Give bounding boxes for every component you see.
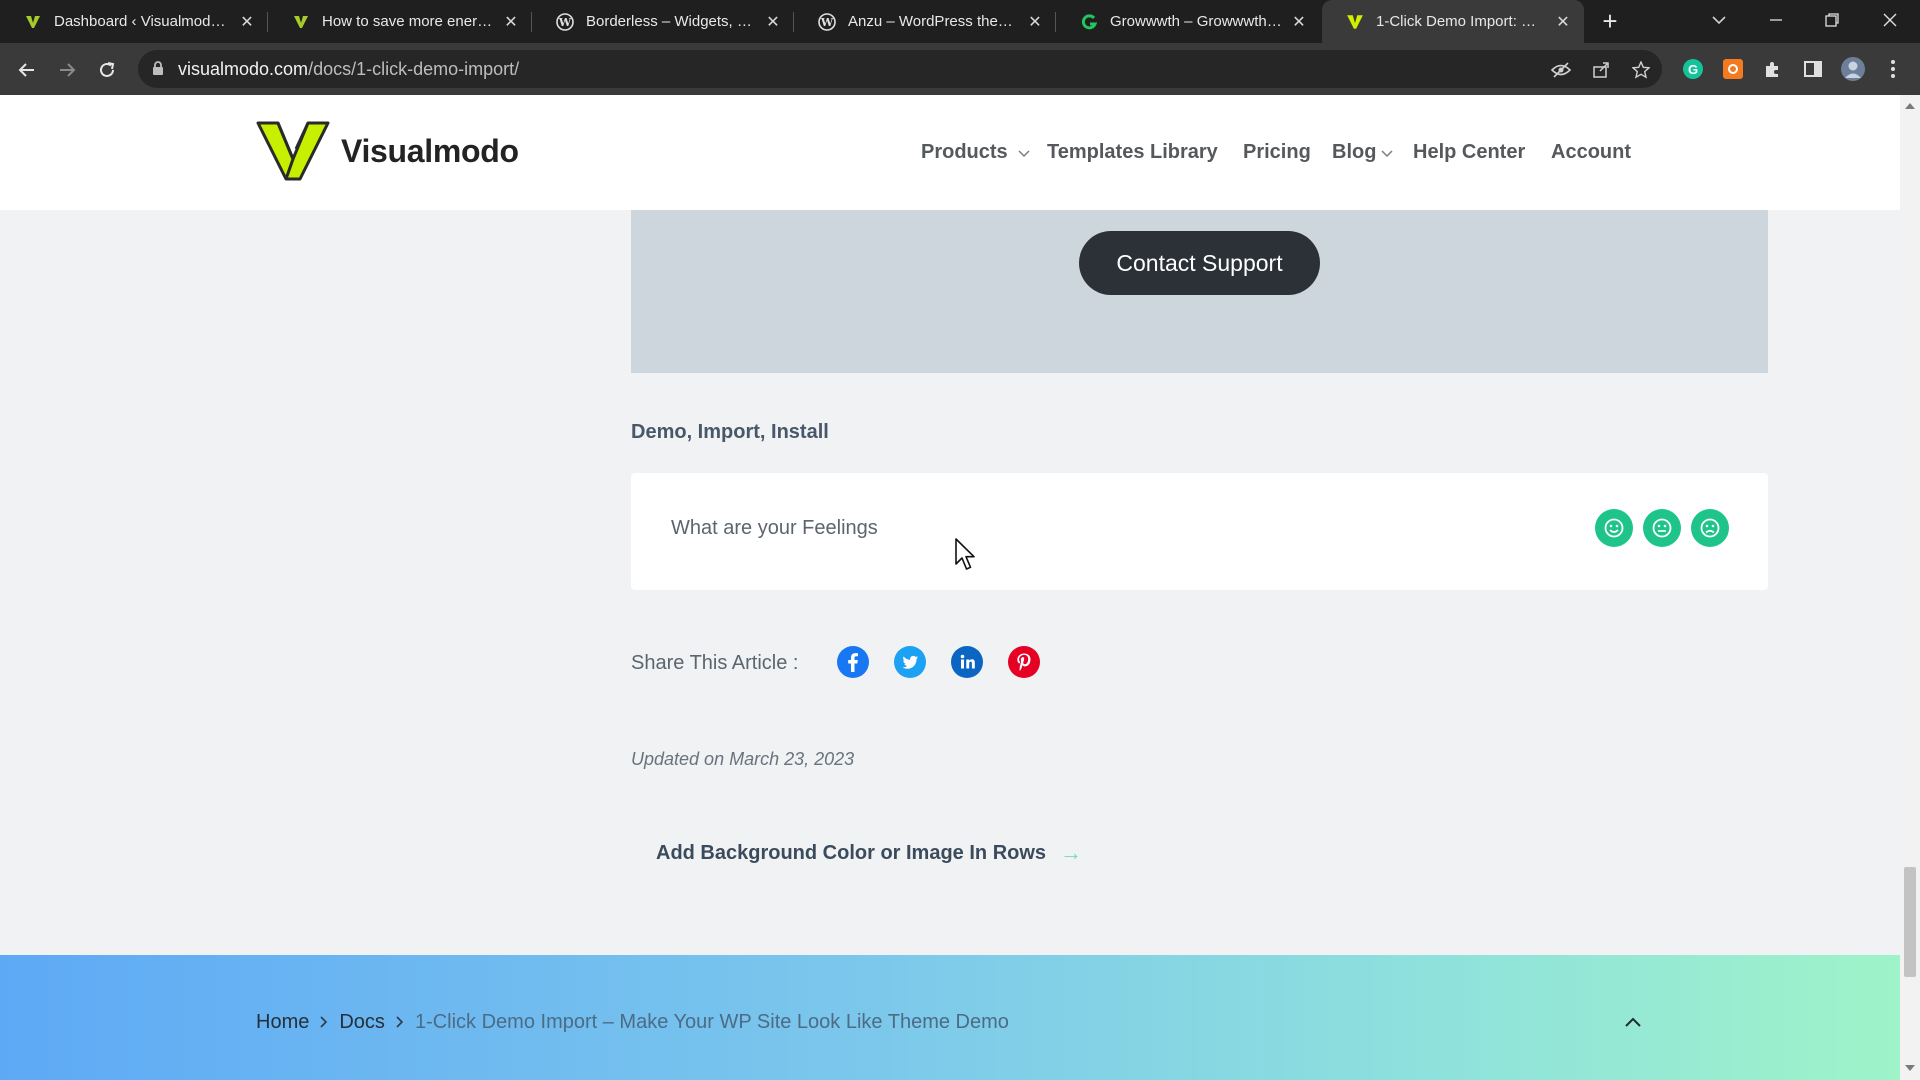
sad-face-icon[interactable]	[1691, 509, 1729, 547]
extension-orange-icon[interactable]	[1720, 56, 1746, 82]
support-section: Contact Support	[631, 210, 1768, 373]
contact-support-button[interactable]: Contact Support	[1079, 231, 1320, 295]
browser-tab[interactable]: How to save more energy – Visualmodo ✕	[268, 0, 532, 43]
close-tab-icon[interactable]: ✕	[1026, 12, 1044, 32]
visualmodo-v-icon	[24, 13, 42, 31]
wordpress-icon: W	[818, 12, 836, 31]
scroll-down-arrow-icon[interactable]	[1905, 1065, 1915, 1071]
scrollbar-thumb[interactable]	[1904, 867, 1916, 977]
breadcrumb-docs[interactable]: Docs	[339, 1011, 385, 1034]
browser-tab[interactable]: W Borderless – Widgets, Elementor ✕	[532, 0, 794, 43]
arrow-right-icon: →	[1060, 840, 1083, 865]
page-scrollbar[interactable]	[1900, 95, 1920, 1080]
close-tab-icon[interactable]: ✕	[1554, 12, 1572, 32]
browser-toolbar: visualmodo.com/docs/1-click-demo-import/…	[0, 43, 1920, 95]
lock-icon	[152, 61, 164, 81]
scroll-up-arrow-icon[interactable]	[1905, 103, 1915, 109]
feedback-box: What are your Feelings	[631, 473, 1768, 590]
close-tab-icon[interactable]: ✕	[1290, 12, 1308, 32]
chevron-right-icon	[396, 1015, 404, 1031]
facebook-icon[interactable]	[837, 646, 869, 678]
visualmodo-v-icon	[1346, 13, 1364, 31]
nav-item-account[interactable]: Account	[1551, 141, 1631, 164]
growwwth-g-icon	[1080, 13, 1098, 31]
web-page: Visualmodo Products Templates Library Pr…	[0, 95, 1900, 1080]
feedback-prompt: What are your Feelings	[671, 517, 878, 539]
svg-text:G: G	[1688, 62, 1698, 77]
bookmark-star-icon[interactable]	[1630, 59, 1652, 81]
share-label: Share This Article :	[631, 652, 799, 674]
close-tab-icon[interactable]: ✕	[238, 12, 256, 32]
main-nav: Products	[921, 141, 1030, 164]
tracking-hidden-icon[interactable]	[1550, 59, 1572, 81]
breadcrumb-home[interactable]: Home	[256, 1011, 309, 1034]
address-bar[interactable]: visualmodo.com/docs/1-click-demo-import/	[138, 50, 1662, 88]
reload-icon[interactable]	[92, 55, 122, 85]
breadcrumb-bar: Home Docs 1-Click Demo Import – Make You…	[0, 955, 1900, 1080]
article-tags[interactable]: Demo, Import, Install	[631, 421, 829, 444]
url-text: visualmodo.com/docs/1-click-demo-import/	[178, 59, 520, 79]
close-tab-icon[interactable]: ✕	[764, 12, 782, 32]
tab-search-icon[interactable]	[1691, 0, 1747, 40]
svg-text:W: W	[820, 16, 834, 29]
close-tab-icon[interactable]: ✕	[502, 12, 520, 32]
happy-face-icon[interactable]	[1595, 509, 1633, 547]
browser-menu-icon[interactable]	[1880, 56, 1906, 82]
pinterest-icon[interactable]	[1008, 646, 1040, 678]
linkedin-icon[interactable]	[951, 646, 983, 678]
back-icon[interactable]	[12, 55, 42, 85]
chevron-down-icon	[1381, 141, 1393, 164]
extensions-puzzle-icon[interactable]	[1760, 56, 1786, 82]
site-header: Visualmodo Products Templates Library Pr…	[0, 95, 1900, 210]
svg-text:W: W	[558, 16, 572, 29]
grammarly-icon[interactable]: G	[1680, 56, 1706, 82]
nav-item-products[interactable]: Products	[921, 141, 1030, 164]
profile-avatar[interactable]	[1840, 56, 1866, 82]
browser-tab-active[interactable]: 1-Click Demo Import: Make Your WP ✕	[1322, 0, 1584, 43]
visualmodo-logo-icon[interactable]	[256, 119, 330, 186]
side-panel-icon[interactable]	[1800, 56, 1826, 82]
nav-item-templates-library[interactable]: Templates Library	[1047, 141, 1218, 164]
chevron-right-icon	[320, 1015, 328, 1031]
scroll-to-top-icon[interactable]	[1624, 1015, 1642, 1033]
updated-date: Updated on March 23, 2023	[631, 749, 855, 769]
restore-icon[interactable]	[1804, 0, 1860, 40]
forward-icon[interactable]	[52, 55, 82, 85]
browser-tab[interactable]: Dashboard ‹ Visualmodo Support ✕	[0, 0, 268, 43]
nav-item-pricing[interactable]: Pricing	[1243, 141, 1311, 164]
breadcrumb: Home Docs 1-Click Demo Import – Make You…	[256, 1011, 1009, 1034]
nav-item-help-center[interactable]: Help Center	[1413, 141, 1525, 164]
new-tab-button[interactable]: +	[1596, 8, 1624, 36]
twitter-icon[interactable]	[894, 646, 926, 678]
breadcrumb-current: 1-Click Demo Import – Make Your WP Site …	[414, 1011, 1009, 1033]
browser-tab[interactable]: Growwwth – Growwwth: Premium ✕	[1056, 0, 1320, 43]
browser-tab-bar: Dashboard ‹ Visualmodo Support ✕ How to …	[0, 0, 1920, 43]
close-window-icon[interactable]	[1862, 0, 1918, 40]
wordpress-icon: W	[556, 12, 574, 31]
share-icon[interactable]	[1590, 59, 1612, 81]
nav-item-blog[interactable]: Blog	[1332, 141, 1393, 164]
browser-tab[interactable]: W Anzu – WordPress theme | Visualmodo ✕	[794, 0, 1056, 43]
next-article-link[interactable]: Add Background Color or Image In Rows →	[656, 840, 1082, 866]
brand-name[interactable]: Visualmodo	[341, 133, 519, 170]
mouse-pointer-icon	[955, 538, 977, 577]
visualmodo-v-icon	[292, 13, 310, 31]
neutral-face-icon[interactable]	[1643, 509, 1681, 547]
minimize-icon[interactable]	[1748, 0, 1804, 40]
chevron-down-icon	[1018, 141, 1030, 164]
